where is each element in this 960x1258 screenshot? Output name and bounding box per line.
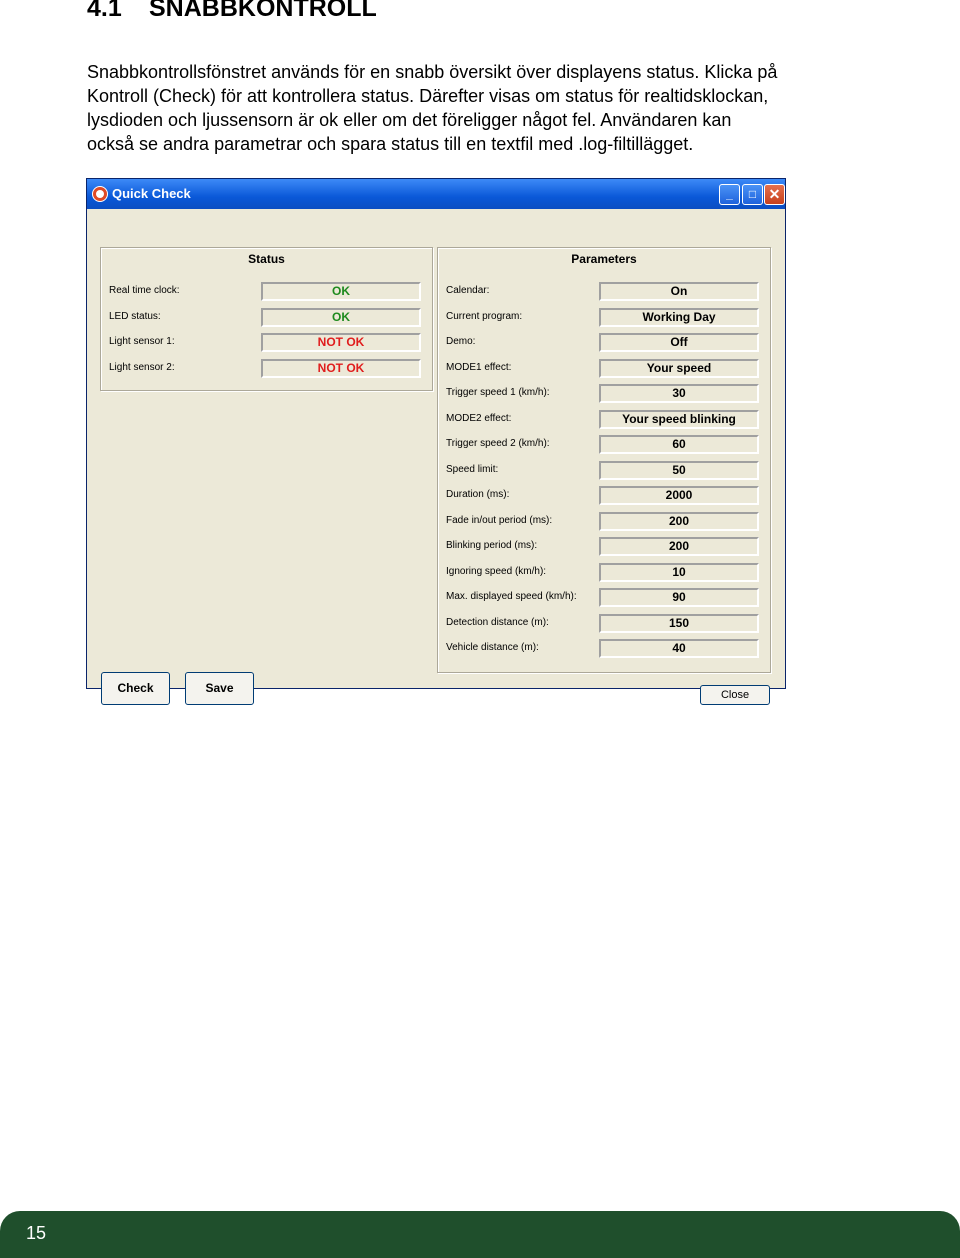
parameter-value: 50	[599, 460, 759, 480]
parameter-label: Duration (ms):	[446, 489, 510, 500]
status-label: Light sensor 1:	[109, 336, 175, 347]
parameter-value: 200	[599, 537, 759, 556]
close-window-button[interactable]: ✕	[764, 184, 785, 205]
parameter-label: Max. displayed speed (km/h):	[446, 591, 577, 602]
parameter-value: On	[599, 282, 759, 301]
status-value: NOT OK	[261, 358, 421, 378]
section-number: 4.1	[87, 0, 122, 22]
parameter-label: Trigger speed 1 (km/h):	[446, 387, 550, 398]
intro-line: Kontroll (Check) för att kontrollera sta…	[87, 86, 769, 106]
status-group: Status Real time clock: OK LED status: OK Li…	[100, 247, 433, 391]
page-footer: 15	[0, 1211, 960, 1258]
intro-line: också se andra parametrar och spara stat…	[87, 134, 694, 154]
parameter-label: MODE2 effect:	[446, 412, 512, 424]
parameter-value: 90	[599, 588, 759, 607]
parameter-value: 40	[599, 639, 759, 658]
parameter-label: Demo:	[446, 336, 476, 347]
app-icon	[92, 186, 108, 202]
parameter-label: Speed limit:	[446, 463, 499, 475]
parameter-value: 10	[599, 562, 759, 582]
window-body: Status Real time clock: OK LED status: OK Li…	[87, 209, 785, 705]
parameter-label: Trigger speed 2 (km/h):	[446, 438, 550, 449]
status-label: LED status:	[109, 310, 161, 322]
parameter-label: Detection distance (m):	[446, 616, 549, 628]
intro-paragraph: Snabbkontrollsfönstret används för en sn…	[87, 60, 887, 156]
parameter-value: 2000	[599, 486, 759, 505]
maximize-button[interactable]: □	[742, 184, 763, 205]
parameter-value: 30	[599, 384, 759, 403]
parameter-value: Working Day	[599, 307, 759, 327]
parameter-value: 150	[599, 613, 759, 633]
parameter-label: Ignoring speed (km/h):	[446, 565, 547, 577]
save-button[interactable]: Save	[185, 672, 254, 705]
check-button[interactable]: Check	[101, 672, 170, 705]
parameters-group: Parameters Calendar: On Current program: Wo…	[437, 247, 771, 673]
status-value: OK	[261, 282, 421, 301]
window-titlebar[interactable]: Quick Check _ □ ✕	[87, 179, 785, 209]
parameter-value: Your speed	[599, 358, 759, 378]
minimize-button[interactable]: _	[719, 184, 740, 205]
parameter-label: Calendar:	[446, 285, 490, 296]
status-label: Light sensor 2:	[109, 361, 175, 373]
section-title: SNABBKONTROLL	[149, 0, 377, 22]
parameter-label: Current program:	[446, 310, 523, 322]
parameters-group-title: Parameters	[571, 252, 637, 266]
status-value: OK	[261, 307, 421, 327]
parameter-value: 60	[599, 435, 759, 454]
parameter-value: 200	[599, 511, 759, 531]
parameter-label: Blinking period (ms):	[446, 540, 538, 551]
close-button[interactable]: Close	[700, 685, 770, 705]
parameter-value: Off	[599, 333, 759, 352]
parameter-label: Fade in/out period (ms):	[446, 514, 553, 526]
status-value: NOT OK	[261, 333, 421, 352]
parameter-label: MODE1 effect:	[446, 361, 512, 373]
section-heading: 4.1 SNABBKONTROLL	[87, 0, 377, 23]
status-group-title: Status	[248, 252, 285, 266]
quick-check-window: Quick Check _ □ ✕ Status Real time clock…	[86, 178, 786, 705]
window-title: Quick Check	[112, 186, 191, 201]
intro-line: lysdioden och ljussensorn är ok eller om…	[87, 110, 732, 130]
status-label: Real time clock:	[109, 285, 180, 296]
intro-line: Snabbkontrollsfönstret används för en sn…	[87, 62, 778, 82]
parameter-label: Vehicle distance (m):	[446, 642, 539, 653]
parameter-value: Your speed blinking	[599, 409, 759, 429]
page-number: 15	[26, 1223, 47, 1243]
